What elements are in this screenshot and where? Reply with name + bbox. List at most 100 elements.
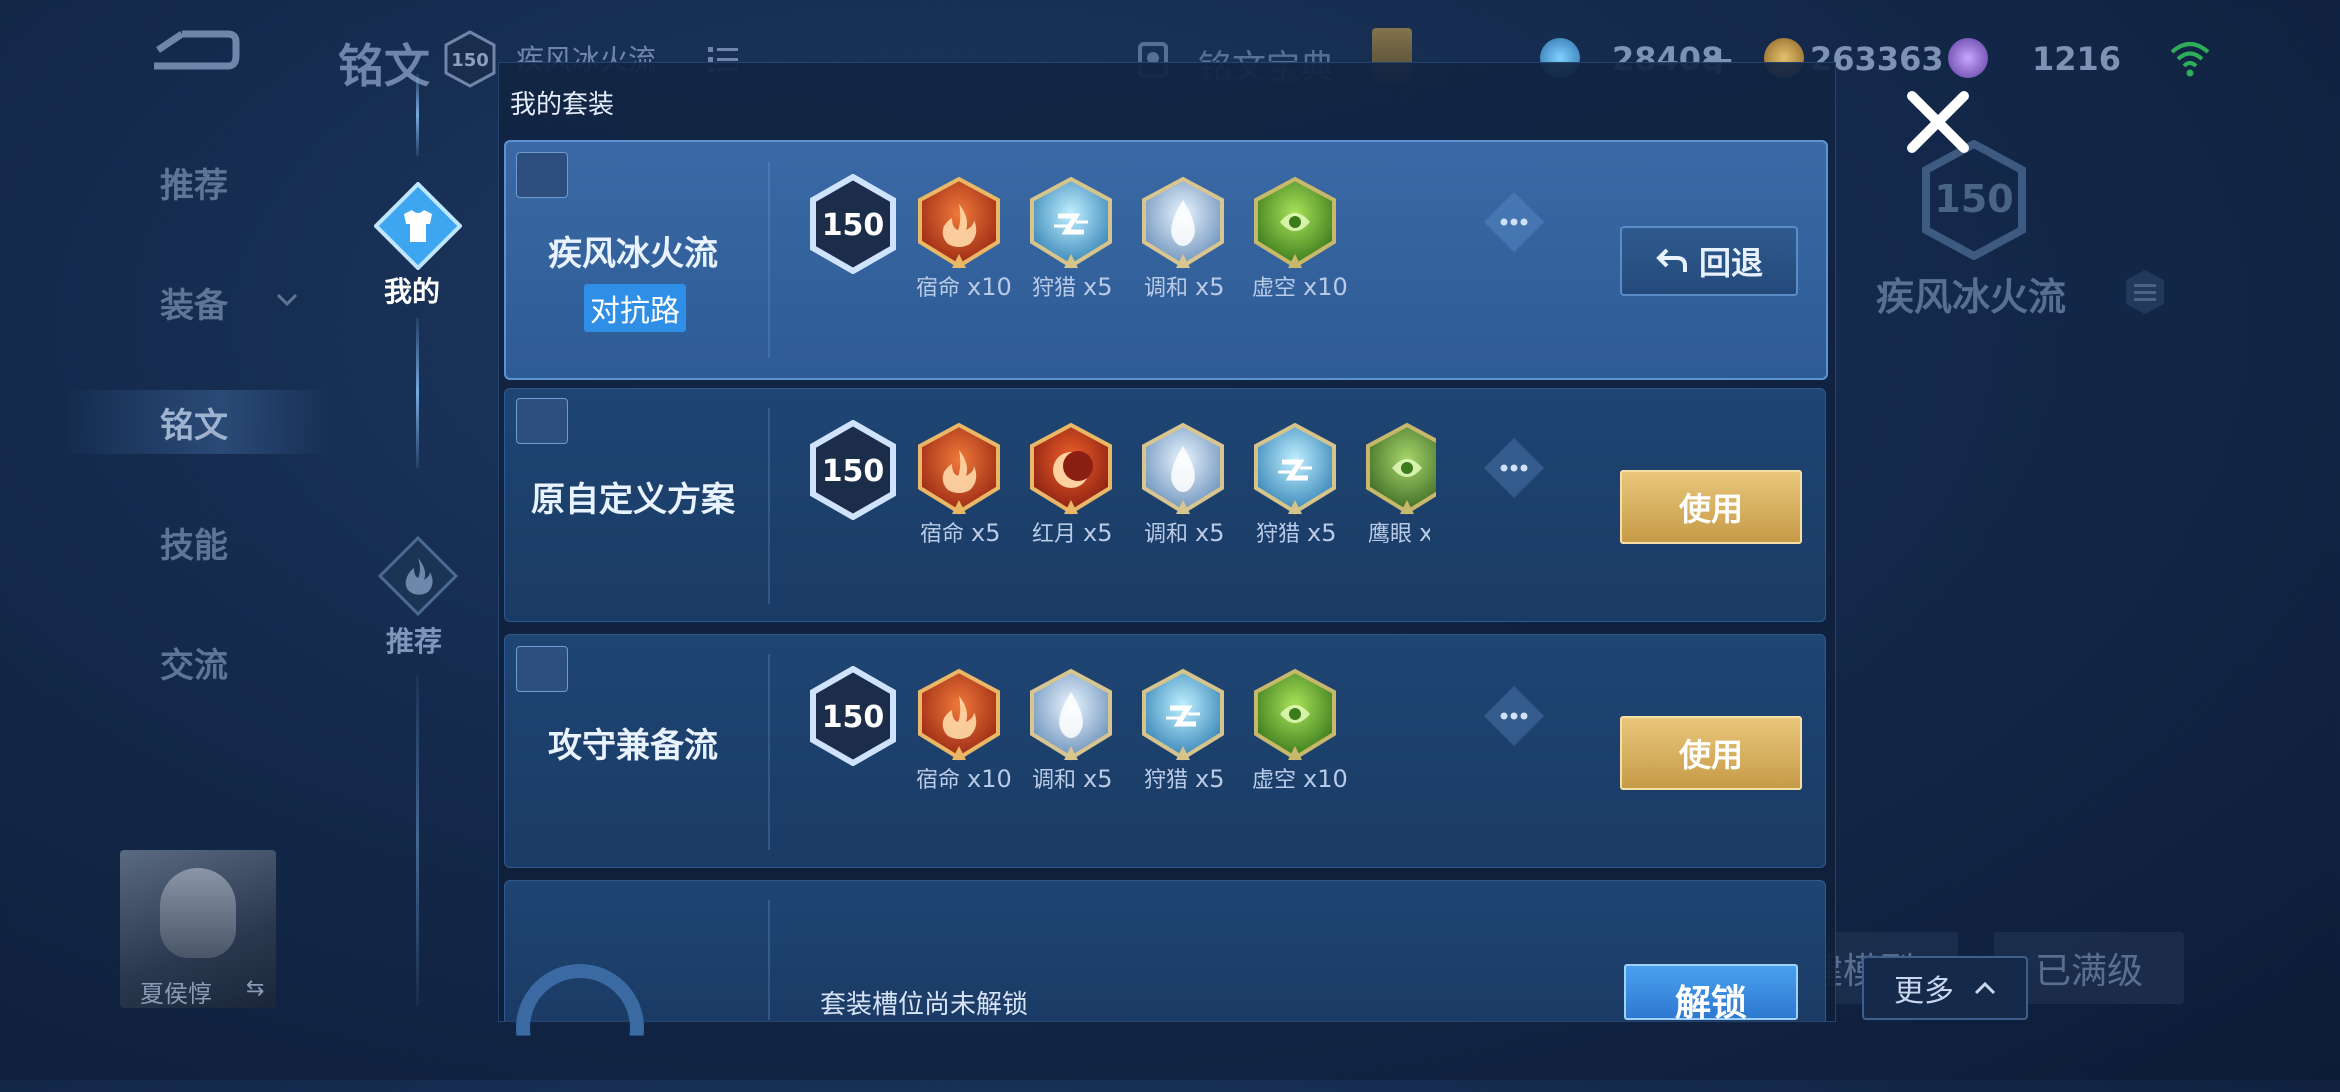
fire-rune-icon bbox=[916, 176, 1002, 272]
rune-name: 宿命 bbox=[920, 522, 965, 547]
rune-name: 宿命 bbox=[916, 276, 961, 301]
rune-label: 调和 x5 bbox=[1032, 762, 1113, 794]
rune-name: 狩猎 bbox=[1144, 768, 1189, 793]
purple-gem-value: 1216 bbox=[2032, 40, 2122, 78]
purple-gem-icon bbox=[1948, 38, 1988, 78]
drop-rune-icon bbox=[1140, 176, 1226, 272]
rune-label: 虚空 x10 bbox=[1252, 270, 1348, 302]
more-button-label: 更多 bbox=[1894, 974, 1954, 1009]
recommend-tab-icon[interactable] bbox=[378, 536, 458, 616]
more-button[interactable]: 更多 bbox=[1862, 956, 2028, 1020]
ice-rune-icon bbox=[1028, 176, 1114, 272]
level-badge-icon: 150 bbox=[444, 30, 496, 88]
rune-name: 调和 bbox=[1144, 276, 1189, 301]
rune-count: x5 bbox=[1195, 519, 1225, 547]
rune-label: 虚空 x10 bbox=[1252, 762, 1348, 794]
right-plan-name: 疾风冰火流 bbox=[1876, 275, 2067, 319]
rune-name: 红月 bbox=[1032, 522, 1077, 547]
rune-label: 宿命 x10 bbox=[916, 270, 1012, 302]
rune-label: 狩猎 x5 bbox=[1256, 516, 1337, 548]
track-line-bottom bbox=[416, 676, 419, 1006]
green-rune-icon bbox=[1252, 176, 1338, 272]
grid-icon[interactable] bbox=[516, 646, 568, 692]
hero-portrait-shape bbox=[160, 868, 236, 958]
rune-label: 宿命 x5 bbox=[920, 516, 1001, 548]
leftnav-item-recommend[interactable]: 推荐 bbox=[160, 158, 228, 207]
leftnav-item-exchange[interactable]: 交流 bbox=[160, 638, 228, 687]
level-150-icon: 150 bbox=[810, 665, 896, 770]
grid-icon[interactable] bbox=[516, 398, 568, 444]
leftnav-item-equipment[interactable]: 装备 bbox=[160, 278, 228, 327]
back-icon[interactable] bbox=[148, 28, 240, 80]
level-150-icon: 150 bbox=[810, 173, 896, 278]
moon-rune-icon bbox=[1028, 422, 1114, 518]
level-150-icon: 150 bbox=[810, 419, 896, 524]
wifi-icon bbox=[2170, 42, 2210, 77]
rune-label: 红月 x5 bbox=[1032, 516, 1113, 548]
use-button[interactable]: 使用 bbox=[1620, 716, 1802, 790]
rune-label: 调和 x5 bbox=[1144, 270, 1225, 302]
rune-name: 宿命 bbox=[916, 768, 961, 793]
more-options-icon[interactable] bbox=[1482, 436, 1546, 500]
drop-rune-shape bbox=[1142, 422, 1224, 515]
ice-rune-shape bbox=[1030, 176, 1112, 269]
rune-count: x10 bbox=[967, 765, 1012, 793]
rune-count: x bbox=[1419, 519, 1430, 547]
hex-badge-text: 150 bbox=[822, 454, 885, 489]
leftnav-item-skills[interactable]: 技能 bbox=[160, 518, 228, 567]
revert-button[interactable]: 回退 bbox=[1620, 226, 1798, 296]
rune-label: 宿命 x10 bbox=[916, 762, 1012, 794]
drop-rune-shape bbox=[1142, 176, 1224, 269]
set-name: 攻守兼备流 bbox=[548, 726, 718, 766]
rune-count: x5 bbox=[971, 519, 1001, 547]
ice-rune-shape bbox=[1254, 422, 1336, 515]
set-name: 原自定义方案 bbox=[531, 480, 735, 520]
unlock-button[interactable]: 解锁 bbox=[1624, 964, 1798, 1024]
mine-tab-icon[interactable] bbox=[374, 182, 462, 270]
more-options-icon[interactable] bbox=[1482, 684, 1546, 748]
rune-count: x5 bbox=[1307, 519, 1337, 547]
tab-recommend[interactable]: 推荐 bbox=[386, 620, 442, 660]
rune-name: 虚空 bbox=[1252, 768, 1297, 793]
use-button[interactable]: 使用 bbox=[1620, 470, 1802, 544]
ice-rune-shape bbox=[1142, 668, 1224, 761]
ice-rune-icon bbox=[1140, 668, 1226, 764]
card-divider bbox=[768, 408, 770, 604]
green-rune-shape bbox=[1254, 668, 1336, 761]
drop-rune-shape bbox=[1030, 668, 1112, 761]
green-rune-icon bbox=[1252, 668, 1338, 764]
fire-rune-icon bbox=[916, 422, 1002, 518]
leftnav-item-inscription[interactable]: 铭文 bbox=[160, 398, 228, 447]
right-menu-icon[interactable] bbox=[2124, 268, 2166, 316]
track-line-top bbox=[416, 74, 419, 156]
track-line-middle bbox=[416, 318, 419, 468]
more-options-icon[interactable] bbox=[1482, 190, 1546, 254]
rune-label: 鹰眼 x bbox=[1368, 516, 1430, 548]
green-rune-shape bbox=[1254, 176, 1336, 269]
rune-label: 调和 x5 bbox=[1144, 516, 1225, 548]
tab-mine[interactable]: 我的 bbox=[384, 270, 440, 310]
swap-hero-icon[interactable]: ⇆ bbox=[246, 976, 264, 1001]
drop-rune-icon bbox=[1140, 422, 1226, 518]
grid-icon[interactable] bbox=[516, 152, 568, 198]
locked-slot-text: 套装槽位尚未解锁 bbox=[820, 990, 1029, 1020]
card-divider bbox=[768, 654, 770, 850]
rune-name: 虚空 bbox=[1252, 276, 1297, 301]
hex-badge-shape: 150 bbox=[810, 665, 896, 767]
chevron-down-icon[interactable] bbox=[276, 292, 298, 308]
rune-count: x5 bbox=[1083, 519, 1113, 547]
rune-count: x10 bbox=[1303, 273, 1348, 301]
rune-name: 鹰眼 bbox=[1368, 522, 1413, 547]
ice-rune-icon bbox=[1252, 422, 1338, 518]
rune-label: 狩猎 x5 bbox=[1144, 762, 1225, 794]
modal-title: 我的套装 bbox=[510, 90, 615, 120]
right-level-text: 150 bbox=[1934, 177, 2013, 221]
fire-rune-shape bbox=[918, 176, 1000, 269]
close-icon[interactable] bbox=[1900, 84, 1976, 160]
rune-count: x5 bbox=[1195, 765, 1225, 793]
card-divider bbox=[768, 162, 770, 358]
set-name: 疾风冰火流 bbox=[548, 234, 718, 274]
rune-name: 调和 bbox=[1032, 768, 1077, 793]
hex-badge-shape: 150 bbox=[810, 419, 896, 521]
rune-count: x5 bbox=[1083, 273, 1113, 301]
